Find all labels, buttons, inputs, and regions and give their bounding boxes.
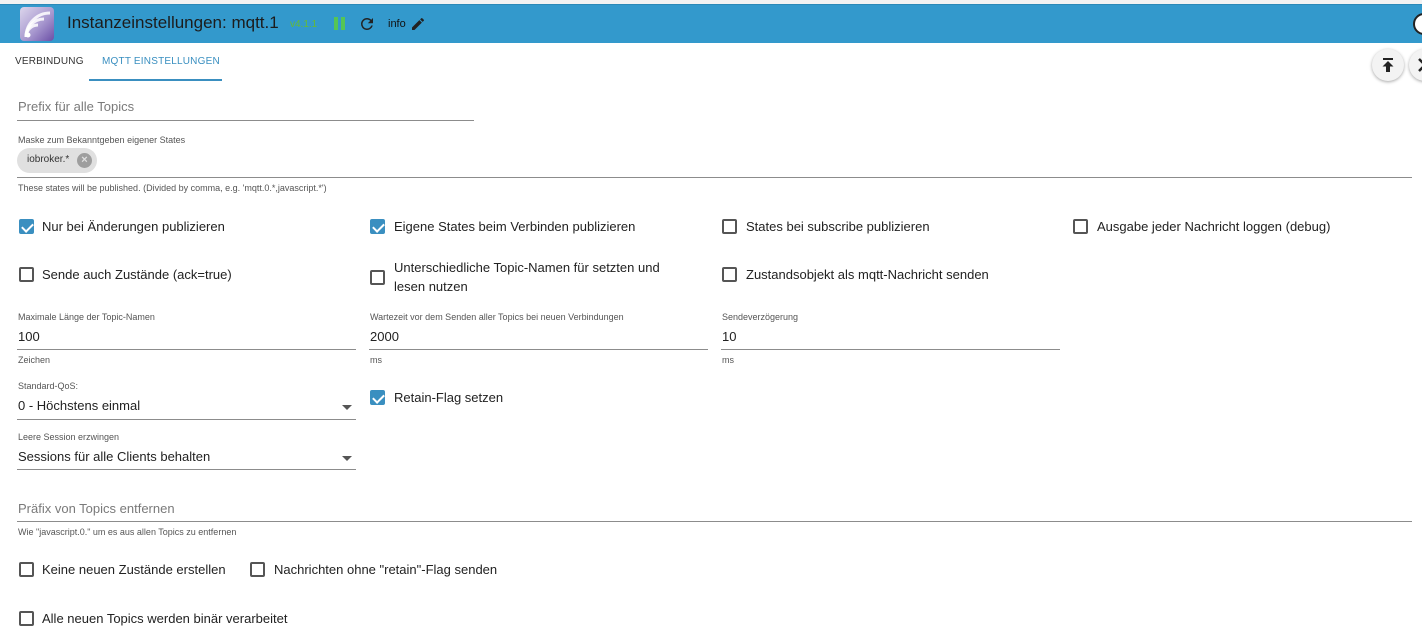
version-badge: v4.1.1 (290, 19, 318, 30)
checkbox-retain-flag[interactable] (370, 390, 385, 405)
mask-underline (17, 177, 1412, 178)
wait-time-underline (369, 349, 708, 350)
checkbox-state-object-message[interactable] (722, 267, 737, 282)
chip-label: iobroker.* (27, 154, 70, 165)
mask-helper: These states will be published. (Divided… (18, 183, 327, 193)
prefix-input[interactable]: Prefix für alle Topics (18, 99, 134, 114)
remove-prefix-input[interactable]: Präfix von Topics entfernen (18, 501, 175, 516)
close-button[interactable] (1409, 49, 1422, 81)
send-delay-unit: ms (722, 355, 734, 365)
refresh-icon[interactable] (358, 15, 376, 33)
app-header: Instanzeinstellungen: mqtt.1 v4.1.1 info (0, 4, 1422, 43)
checkbox-label: Sende auch Zustände (ack=true) (42, 267, 232, 282)
checkbox-label: Zustandsobjekt als mqtt-Nachricht senden (746, 267, 989, 282)
checkbox-only-changes[interactable] (19, 219, 34, 234)
active-tab-indicator (89, 79, 222, 81)
checkbox-different-topic-names[interactable] (370, 270, 385, 285)
checkbox-label: Ausgabe jeder Nachricht loggen (debug) (1097, 219, 1331, 234)
checkbox-publish-on-connect[interactable] (370, 219, 385, 234)
pause-icon[interactable] (334, 17, 346, 30)
checkbox-no-retain-flag[interactable] (250, 562, 265, 577)
max-topic-length-label: Maximale Länge der Topic-Namen (18, 312, 155, 322)
checkbox-publish-on-subscribe[interactable] (722, 219, 737, 234)
tab-verbindung[interactable]: VERBINDUNG (15, 56, 84, 67)
mask-label: Maske zum Bekanntgeben eigener States (18, 135, 186, 145)
info-link[interactable]: info (388, 18, 406, 30)
adapter-logo (20, 7, 54, 41)
prefix-underline (17, 120, 474, 121)
checkbox-label-line2: lesen nutzen (394, 279, 468, 294)
checkbox-label: Nur bei Änderungen publizieren (42, 219, 225, 234)
wait-time-input[interactable]: 2000 (370, 329, 399, 344)
tab-mqtt-einstellungen[interactable]: MQTT EINSTELLUNGEN (102, 56, 220, 67)
wait-time-unit: ms (370, 355, 382, 365)
upload-button[interactable] (1372, 49, 1404, 81)
session-label: Leere Session erzwingen (18, 432, 120, 442)
session-dropdown-icon[interactable] (342, 456, 352, 461)
remove-prefix-helper: Wie "javascript.0." um es aus allen Topi… (18, 527, 237, 537)
checkbox-label: Alle neuen Topics werden binär verarbeit… (42, 611, 288, 626)
max-topic-length-underline (17, 349, 356, 350)
upload-icon (1382, 58, 1394, 72)
close-icon (1418, 58, 1422, 72)
chip-iobroker[interactable]: iobroker.* × (17, 148, 97, 173)
checkbox-label: Keine neuen Zustände erstellen (42, 562, 226, 577)
send-delay-underline (721, 349, 1060, 350)
edit-icon[interactable] (410, 16, 426, 32)
checkbox-binary-topics[interactable] (19, 611, 34, 626)
remove-prefix-underline (17, 521, 1412, 522)
max-topic-length-input[interactable]: 100 (18, 329, 40, 344)
qos-underline (17, 419, 356, 420)
checkbox-no-new-states[interactable] (19, 562, 34, 577)
qos-label: Standard-QoS: (18, 381, 79, 391)
qos-dropdown-icon[interactable] (342, 405, 352, 410)
user-avatar-icon[interactable] (1413, 13, 1422, 35)
chip-remove-icon[interactable]: × (77, 153, 92, 168)
checkbox-label: Retain-Flag setzen (394, 390, 504, 405)
qos-select[interactable]: 0 - Höchstens einmal (18, 398, 140, 413)
session-select[interactable]: Sessions für alle Clients behalten (18, 449, 210, 464)
send-delay-label: Sendeverzögerung (722, 312, 799, 322)
max-topic-length-unit: Zeichen (18, 355, 51, 365)
checkbox-debug-log[interactable] (1073, 219, 1088, 234)
checkbox-label: Nachrichten ohne "retain"-Flag senden (274, 562, 498, 577)
send-delay-input[interactable]: 10 (722, 329, 736, 344)
page-title: Instanzeinstellungen: mqtt.1 (67, 13, 279, 32)
checkbox-label: Eigene States beim Verbinden publizieren (394, 219, 636, 234)
wait-time-label: Wartezeit vor dem Senden aller Topics be… (370, 312, 624, 322)
checkbox-label-line1: Unterschiedliche Topic-Namen für setzten… (394, 260, 660, 275)
session-underline (17, 469, 356, 470)
checkbox-send-ack[interactable] (19, 267, 34, 282)
checkbox-label: States bei subscribe publizieren (746, 219, 930, 234)
